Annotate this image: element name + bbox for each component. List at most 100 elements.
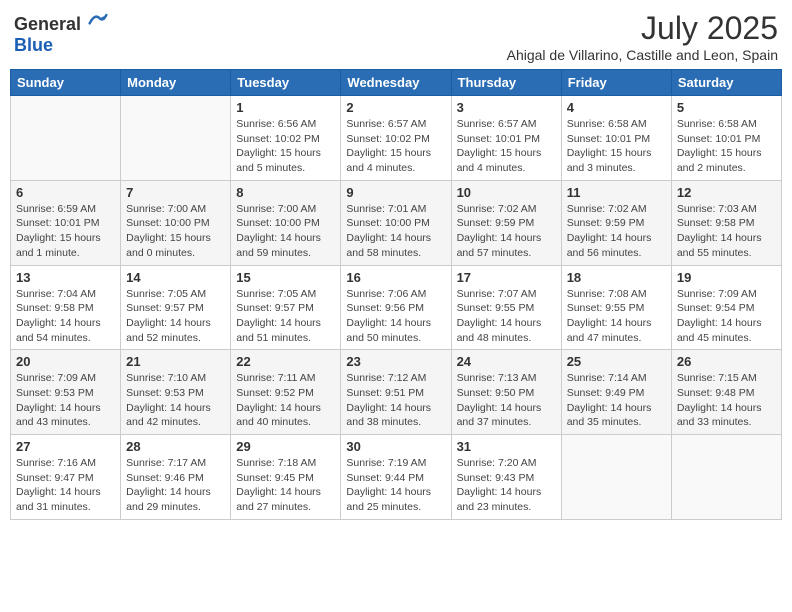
- day-info: Sunrise: 7:00 AM Sunset: 10:00 PM Daylig…: [236, 202, 335, 261]
- day-info: Sunrise: 7:05 AM Sunset: 9:57 PM Dayligh…: [236, 287, 335, 346]
- day-number: 18: [567, 270, 666, 285]
- logo-blue: Blue: [14, 35, 53, 55]
- day-number: 9: [346, 185, 445, 200]
- day-number: 14: [126, 270, 225, 285]
- calendar-week-row: 27Sunrise: 7:16 AM Sunset: 9:47 PM Dayli…: [11, 435, 782, 520]
- calendar-cell: 8Sunrise: 7:00 AM Sunset: 10:00 PM Dayli…: [231, 180, 341, 265]
- logo-icon: [88, 10, 108, 30]
- day-info: Sunrise: 7:02 AM Sunset: 9:59 PM Dayligh…: [457, 202, 556, 261]
- month-title: July 2025: [507, 10, 778, 47]
- logo-text: General Blue: [14, 10, 108, 56]
- day-info: Sunrise: 7:05 AM Sunset: 9:57 PM Dayligh…: [126, 287, 225, 346]
- calendar-day-header: Tuesday: [231, 70, 341, 96]
- day-info: Sunrise: 6:56 AM Sunset: 10:02 PM Daylig…: [236, 117, 335, 176]
- day-number: 2: [346, 100, 445, 115]
- day-info: Sunrise: 7:11 AM Sunset: 9:52 PM Dayligh…: [236, 371, 335, 430]
- day-info: Sunrise: 6:59 AM Sunset: 10:01 PM Daylig…: [16, 202, 115, 261]
- calendar-header-row: SundayMondayTuesdayWednesdayThursdayFrid…: [11, 70, 782, 96]
- calendar-cell: 4 Sunrise: 6:58 AM Sunset: 10:01 PM Dayli…: [561, 96, 671, 181]
- day-info: Sunrise: 7:01 AM Sunset: 10:00 PM Daylig…: [346, 202, 445, 261]
- day-number: 4: [567, 100, 666, 115]
- calendar-cell: 15 Sunrise: 7:05 AM Sunset: 9:57 PM Dayli…: [231, 265, 341, 350]
- day-info: Sunrise: 6:58 AM Sunset: 10:01 PM Daylig…: [567, 117, 666, 176]
- calendar-day-header: Wednesday: [341, 70, 451, 96]
- day-number: 3: [457, 100, 556, 115]
- logo-general: General: [14, 14, 81, 34]
- calendar-day-header: Friday: [561, 70, 671, 96]
- calendar-cell: [11, 96, 121, 181]
- day-number: 22: [236, 354, 335, 369]
- calendar-cell: 23 Sunrise: 7:12 AM Sunset: 9:51 PM Dayli…: [341, 350, 451, 435]
- day-number: 19: [677, 270, 776, 285]
- calendar-cell: 2 Sunrise: 6:57 AM Sunset: 10:02 PM Dayli…: [341, 96, 451, 181]
- calendar-cell: 28 Sunrise: 7:17 AM Sunset: 9:46 PM Dayli…: [121, 435, 231, 520]
- calendar-cell: 19Sunrise: 7:09 AM Sunset: 9:54 PM Dayli…: [671, 265, 781, 350]
- day-info: Sunrise: 7:16 AM Sunset: 9:47 PM Dayligh…: [16, 456, 115, 515]
- day-number: 11: [567, 185, 666, 200]
- calendar-cell: 21 Sunrise: 7:10 AM Sunset: 9:53 PM Dayli…: [121, 350, 231, 435]
- day-info: Sunrise: 7:12 AM Sunset: 9:51 PM Dayligh…: [346, 371, 445, 430]
- day-info: Sunrise: 7:10 AM Sunset: 9:53 PM Dayligh…: [126, 371, 225, 430]
- calendar-cell: 16 Sunrise: 7:06 AM Sunset: 9:56 PM Dayli…: [341, 265, 451, 350]
- calendar-cell: 11 Sunrise: 7:02 AM Sunset: 9:59 PM Dayli…: [561, 180, 671, 265]
- calendar-week-row: 20Sunrise: 7:09 AM Sunset: 9:53 PM Dayli…: [11, 350, 782, 435]
- calendar-cell: 29 Sunrise: 7:18 AM Sunset: 9:45 PM Dayli…: [231, 435, 341, 520]
- day-info: Sunrise: 7:06 AM Sunset: 9:56 PM Dayligh…: [346, 287, 445, 346]
- day-info: Sunrise: 7:00 AM Sunset: 10:00 PM Daylig…: [126, 202, 225, 261]
- calendar-cell: 6Sunrise: 6:59 AM Sunset: 10:01 PM Dayli…: [11, 180, 121, 265]
- calendar-week-row: 1 Sunrise: 6:56 AM Sunset: 10:02 PM Dayli…: [11, 96, 782, 181]
- logo: General Blue: [14, 10, 108, 56]
- calendar-table: SundayMondayTuesdayWednesdayThursdayFrid…: [10, 69, 782, 520]
- calendar-cell: [671, 435, 781, 520]
- day-info: Sunrise: 7:20 AM Sunset: 9:43 PM Dayligh…: [457, 456, 556, 515]
- day-info: Sunrise: 7:07 AM Sunset: 9:55 PM Dayligh…: [457, 287, 556, 346]
- day-info: Sunrise: 6:57 AM Sunset: 10:02 PM Daylig…: [346, 117, 445, 176]
- calendar-cell: 22 Sunrise: 7:11 AM Sunset: 9:52 PM Dayli…: [231, 350, 341, 435]
- day-info: Sunrise: 6:58 AM Sunset: 10:01 PM Daylig…: [677, 117, 776, 176]
- title-block: July 2025 Ahigal de Villarino, Castille …: [507, 10, 778, 63]
- day-number: 12: [677, 185, 776, 200]
- calendar-cell: 3 Sunrise: 6:57 AM Sunset: 10:01 PM Dayli…: [451, 96, 561, 181]
- day-info: Sunrise: 7:03 AM Sunset: 9:58 PM Dayligh…: [677, 202, 776, 261]
- calendar-cell: 10Sunrise: 7:02 AM Sunset: 9:59 PM Dayli…: [451, 180, 561, 265]
- day-number: 17: [457, 270, 556, 285]
- calendar-cell: 30 Sunrise: 7:19 AM Sunset: 9:44 PM Dayli…: [341, 435, 451, 520]
- calendar-day-header: Monday: [121, 70, 231, 96]
- calendar-cell: 14 Sunrise: 7:05 AM Sunset: 9:57 PM Dayli…: [121, 265, 231, 350]
- day-number: 13: [16, 270, 115, 285]
- calendar-cell: 18 Sunrise: 7:08 AM Sunset: 9:55 PM Dayli…: [561, 265, 671, 350]
- day-number: 25: [567, 354, 666, 369]
- day-number: 7: [126, 185, 225, 200]
- day-number: 24: [457, 354, 556, 369]
- day-info: Sunrise: 7:19 AM Sunset: 9:44 PM Dayligh…: [346, 456, 445, 515]
- calendar-day-header: Thursday: [451, 70, 561, 96]
- day-number: 5: [677, 100, 776, 115]
- calendar-cell: [561, 435, 671, 520]
- calendar-cell: 9 Sunrise: 7:01 AM Sunset: 10:00 PM Dayli…: [341, 180, 451, 265]
- calendar-cell: 31Sunrise: 7:20 AM Sunset: 9:43 PM Dayli…: [451, 435, 561, 520]
- day-number: 1: [236, 100, 335, 115]
- calendar-day-header: Saturday: [671, 70, 781, 96]
- day-info: Sunrise: 7:17 AM Sunset: 9:46 PM Dayligh…: [126, 456, 225, 515]
- day-number: 15: [236, 270, 335, 285]
- calendar-cell: 7 Sunrise: 7:00 AM Sunset: 10:00 PM Dayli…: [121, 180, 231, 265]
- calendar-cell: 26Sunrise: 7:15 AM Sunset: 9:48 PM Dayli…: [671, 350, 781, 435]
- day-info: Sunrise: 7:04 AM Sunset: 9:58 PM Dayligh…: [16, 287, 115, 346]
- day-info: Sunrise: 7:02 AM Sunset: 9:59 PM Dayligh…: [567, 202, 666, 261]
- day-info: Sunrise: 7:08 AM Sunset: 9:55 PM Dayligh…: [567, 287, 666, 346]
- day-number: 29: [236, 439, 335, 454]
- location-subtitle: Ahigal de Villarino, Castille and Leon, …: [507, 47, 778, 63]
- day-info: Sunrise: 7:09 AM Sunset: 9:53 PM Dayligh…: [16, 371, 115, 430]
- day-info: Sunrise: 7:18 AM Sunset: 9:45 PM Dayligh…: [236, 456, 335, 515]
- day-number: 23: [346, 354, 445, 369]
- calendar-cell: 25 Sunrise: 7:14 AM Sunset: 9:49 PM Dayli…: [561, 350, 671, 435]
- calendar-cell: 5 Sunrise: 6:58 AM Sunset: 10:01 PM Dayli…: [671, 96, 781, 181]
- day-number: 16: [346, 270, 445, 285]
- calendar-cell: 1 Sunrise: 6:56 AM Sunset: 10:02 PM Dayli…: [231, 96, 341, 181]
- day-number: 30: [346, 439, 445, 454]
- day-number: 21: [126, 354, 225, 369]
- day-info: Sunrise: 6:57 AM Sunset: 10:01 PM Daylig…: [457, 117, 556, 176]
- day-info: Sunrise: 7:14 AM Sunset: 9:49 PM Dayligh…: [567, 371, 666, 430]
- day-number: 28: [126, 439, 225, 454]
- calendar-cell: 27Sunrise: 7:16 AM Sunset: 9:47 PM Dayli…: [11, 435, 121, 520]
